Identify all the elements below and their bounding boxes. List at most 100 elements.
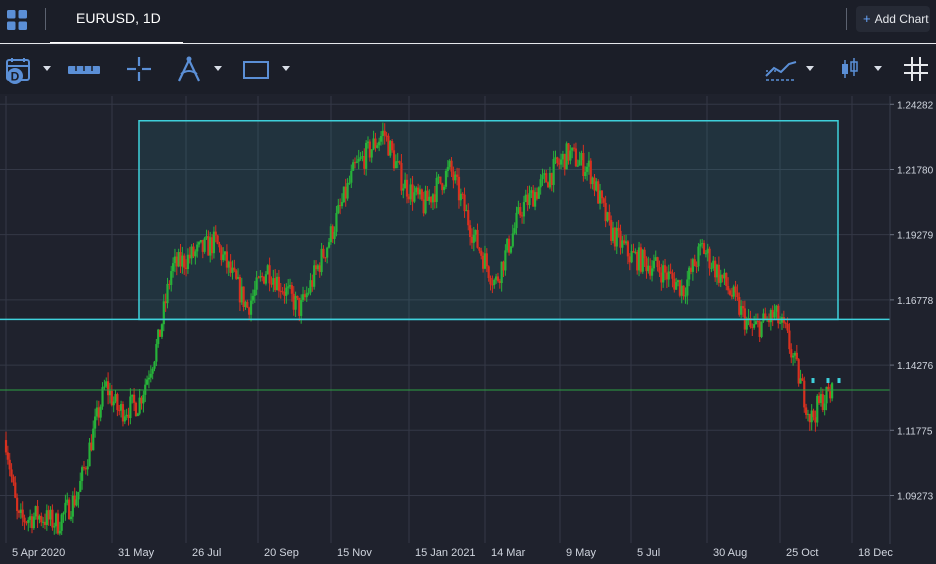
candle-body [82,467,86,469]
candle-body [725,272,728,287]
rectangle-icon[interactable] [242,59,270,81]
candle-body [51,509,54,528]
candle-body [504,250,507,271]
candle-body [285,287,288,296]
price-chart[interactable]: 1.160281.13319 1.242821.217801.192791.16… [0,96,936,564]
candle-body [576,165,579,167]
candle-body [333,231,336,239]
candle-body [496,276,500,281]
candle-body [197,242,201,245]
date-tick-label: 18 Dec [858,547,893,559]
date-tick-label: 26 Jul [192,547,221,559]
event-marker [826,378,830,384]
candle-body [129,396,132,419]
candle-body [92,428,95,451]
date-tick-label: 30 Aug [713,547,747,559]
candle-body [214,231,217,236]
chart-type-dropdown-caret[interactable] [874,66,882,71]
candle-body [602,198,605,203]
crosshair-icon[interactable] [126,56,152,82]
drawing-tools-dropdown-caret[interactable] [214,66,222,71]
candle-body [249,300,253,315]
candle-body [53,526,56,528]
candle-body [6,452,9,460]
candle-body [537,187,540,199]
candle-body [413,192,416,202]
grid-icon[interactable] [903,56,929,82]
candle-body [792,355,795,358]
candle-body [391,141,394,151]
date-tick-label: 9 May [566,547,596,559]
candle-body [379,136,383,142]
candle-body [764,313,767,320]
price-tick-label: 1.24282 [897,100,934,111]
candle-body [352,162,355,171]
chart-canvas[interactable]: 1.160281.13319 1.242821.217801.192791.16… [0,96,936,564]
candle-body [801,378,804,381]
candle-body [736,292,739,298]
candle-body [398,161,401,163]
candle-body [12,476,15,483]
tab-eurusd[interactable]: EURUSD, 1D [50,0,183,44]
timeframe-dropdown-caret[interactable] [43,66,51,71]
candle-body [478,247,481,251]
candle-body [79,480,82,492]
shapes-dropdown-caret[interactable] [282,66,290,71]
candle-body [277,276,280,291]
candle-body [476,229,479,248]
date-tick-label: 5 Jul [637,547,660,559]
calendar-d-icon[interactable]: D [4,56,34,86]
candle-body [663,265,667,273]
date-axis: 5 Apr 2020 31 May 26 Jul 20 Sep 15 Nov 15 Jan… [12,547,893,559]
candle-body [487,266,490,279]
candles-icon[interactable] [840,56,860,82]
candle-body [823,403,826,410]
candle-body [519,207,522,216]
candle-body [153,361,156,369]
candle-body [402,188,405,191]
candle-body [515,212,518,229]
indicators-dropdown-caret[interactable] [806,66,814,71]
candle-body [81,467,84,481]
candle-body [760,321,763,337]
candle-body [145,379,149,385]
candle-body [307,292,310,294]
candle-body [327,242,331,248]
candle-body [123,416,126,422]
price-tick-label: 1.16778 [897,296,934,307]
event-marker [837,378,841,384]
candle-body [27,519,30,523]
candle-body [522,202,526,217]
candle-body [16,497,19,511]
apps-grid-icon[interactable] [6,9,28,31]
candle-body [702,243,706,254]
candle-body [77,491,80,500]
plus-icon: + [863,11,871,26]
candle-body [511,233,514,247]
candle-body [60,514,63,531]
candle-body [246,301,249,308]
candle-body [704,253,707,255]
candle-body [8,459,11,470]
candle-body [467,210,470,226]
candle-body [136,413,139,417]
candle-body [643,249,646,259]
candle-body [784,322,787,324]
candle-body [103,386,106,388]
candle-body [326,247,329,258]
fibonacci-icon[interactable] [175,55,203,83]
candle-body [539,179,542,188]
candle-body [99,406,102,418]
date-tick-label: 31 May [118,547,155,559]
add-chart-button[interactable]: + Add Chart [856,6,930,32]
candle-body [552,158,555,185]
candle-body [203,238,206,252]
candle-body [528,193,531,206]
indicators-icon[interactable] [764,56,798,82]
ruler-icon[interactable] [67,62,101,78]
candle-body [194,251,197,257]
candle-body [559,159,563,165]
candle-body [658,267,661,273]
candle-body [4,440,8,453]
candle-body [58,530,61,534]
